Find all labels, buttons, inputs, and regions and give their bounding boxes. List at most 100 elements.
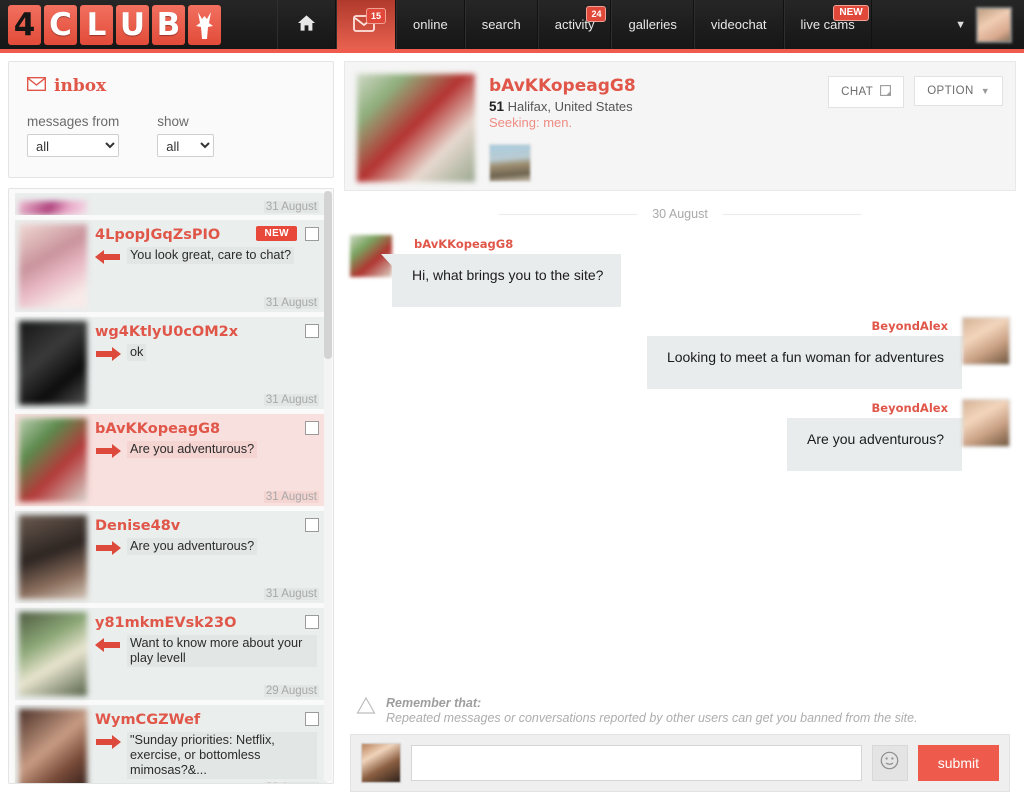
- list-item-checkbox[interactable]: [305, 324, 319, 338]
- submit-button[interactable]: submit: [918, 745, 999, 781]
- nav-activity[interactable]: activity 24: [538, 0, 612, 49]
- smiley-icon: [880, 751, 899, 775]
- show-select[interactable]: all: [157, 134, 214, 157]
- list-item-thumbnail: [19, 201, 87, 215]
- list-item[interactable]: 4LpopJGqZsPIOYou look great, care to cha…: [15, 220, 327, 312]
- list-item[interactable]: WymCGZWef "Sunday priorities: Netflix, ex…: [15, 705, 327, 784]
- popout-icon: [880, 85, 891, 99]
- chat-date-divider: 30 August: [350, 207, 1010, 221]
- chat-button[interactable]: CHAT: [828, 76, 904, 108]
- list-item[interactable]: bAvKKopeagG8Are you adventurous?31 Augus…: [15, 414, 327, 506]
- nav-search-label: search: [482, 17, 521, 32]
- list-item-date: 29 August: [264, 685, 319, 697]
- scrollbar-thumb[interactable]: [324, 191, 332, 359]
- nav-user-area: ▼: [955, 0, 1024, 49]
- list-item-preview-line: "Sunday priorities: Netflix, exercise, o…: [95, 732, 317, 779]
- list-item-username[interactable]: Denise48v: [95, 518, 317, 534]
- list-item-body: bAvKKopeagG8Are you adventurous?31 Augus…: [87, 414, 327, 506]
- nav-online[interactable]: online: [396, 0, 465, 49]
- list-item-thumbnail[interactable]: [19, 418, 87, 502]
- emoji-button[interactable]: [872, 745, 908, 781]
- chat-avatar-self[interactable]: [962, 317, 1010, 365]
- nav-videochat[interactable]: videochat: [694, 0, 784, 49]
- list-item-thumbnail[interactable]: [19, 612, 87, 696]
- outgoing-arrow-icon: [95, 734, 121, 755]
- list-item[interactable]: wg4KtlyU0cOM2xok31 August: [15, 317, 327, 409]
- chat-button-label: CHAT: [841, 86, 873, 98]
- logo-tile-4: 4: [8, 5, 41, 45]
- message-input[interactable]: [411, 745, 862, 781]
- chevron-down-icon: ▼: [981, 86, 990, 96]
- outgoing-arrow-icon: [95, 443, 121, 464]
- chat-sender-name: BeyondAlex: [872, 401, 948, 415]
- incoming-arrow-icon: [95, 249, 121, 270]
- list-item[interactable]: 31 August: [15, 193, 327, 215]
- messages-from-label: messages from: [27, 114, 119, 129]
- option-button[interactable]: OPTION ▼: [914, 76, 1003, 106]
- list-item-date: 29 August: [264, 782, 319, 784]
- chat-message: BeyondAlex Are you adventurous?: [350, 399, 1010, 471]
- nav-search[interactable]: search: [465, 0, 538, 49]
- chevron-down-icon[interactable]: ▼: [955, 19, 966, 31]
- warning-text: Remember that: Repeated messages or conv…: [386, 696, 918, 726]
- nav-live-cams[interactable]: live cams NEW: [784, 0, 872, 49]
- message-list: 31 August4LpopJGqZsPIOYou look great, ca…: [9, 189, 333, 784]
- chat-bubble-text: Are you adventurous?: [787, 418, 962, 471]
- nav-home[interactable]: [277, 0, 336, 49]
- list-item-checkbox[interactable]: [305, 712, 319, 726]
- chat-sender-name: BeyondAlex: [872, 319, 948, 333]
- list-item-username[interactable]: y81mkmEVsk23O: [95, 615, 317, 631]
- gallery-thumbnail[interactable]: [489, 144, 531, 182]
- main-panel: bAvKKopeagG8 51 Halifax, United States S…: [344, 61, 1016, 802]
- chat-avatar-self[interactable]: [962, 399, 1010, 447]
- list-item-thumbnail[interactable]: [19, 709, 87, 784]
- list-item[interactable]: Denise48vAre you adventurous?31 August: [15, 511, 327, 603]
- list-item-username[interactable]: wg4KtlyU0cOM2x: [95, 324, 317, 340]
- live-cams-new-badge: NEW: [833, 5, 868, 21]
- nav-online-label: online: [413, 17, 448, 32]
- profile-header-card: bAvKKopeagG8 51 Halifax, United States S…: [344, 61, 1016, 191]
- profile-age-location: 51 Halifax, United States: [489, 99, 814, 114]
- my-avatar: [361, 743, 401, 783]
- nav-messages[interactable]: 15: [336, 0, 396, 49]
- list-item-checkbox[interactable]: [305, 227, 319, 241]
- list-item-preview-line: Want to know more about your play levell: [95, 635, 317, 667]
- logo-tile-c: C: [44, 5, 77, 45]
- list-item-preview-line: You look great, care to chat?: [95, 247, 317, 270]
- list-item-thumbnail[interactable]: [19, 224, 87, 308]
- warning-body: Repeated messages or conversations repor…: [386, 711, 918, 725]
- nav-galleries[interactable]: galleries: [611, 0, 693, 49]
- sidebar: inbox messages from all show all 31 Augu…: [8, 61, 334, 802]
- profile-username[interactable]: bAvKKopeagG8: [489, 76, 814, 96]
- chat-bubble-text: Hi, what brings you to the site?: [392, 254, 621, 307]
- list-item-preview: Want to know more about your play levell: [127, 635, 317, 667]
- profile-info: bAvKKopeagG8 51 Halifax, United States S…: [489, 74, 814, 178]
- list-item-thumbnail[interactable]: [19, 321, 87, 405]
- envelope-icon: [27, 76, 46, 96]
- page-root: 4 C L U B 15: [0, 0, 1024, 810]
- list-item-date: 31 August: [264, 491, 319, 503]
- compose-warning: Remember that: Repeated messages or conv…: [350, 690, 1010, 734]
- messages-from-select[interactable]: all: [27, 134, 119, 157]
- messages-from-filter: messages from all: [27, 114, 119, 157]
- message-list-panel: 31 August4LpopJGqZsPIOYou look great, ca…: [8, 188, 334, 784]
- top-navigation-bar: 4 C L U B 15: [0, 0, 1024, 53]
- list-item-preview: You look great, care to chat?: [127, 247, 294, 264]
- inbox-filter-panel: inbox messages from all show all: [8, 61, 334, 178]
- compose-area: Remember that: Repeated messages or conv…: [344, 690, 1016, 802]
- warning-title: Remember that:: [386, 696, 481, 710]
- list-item-checkbox[interactable]: [305, 518, 319, 532]
- message-list-scrollbar[interactable]: [324, 191, 332, 781]
- avatar[interactable]: [976, 7, 1012, 43]
- list-item-checkbox[interactable]: [305, 615, 319, 629]
- list-item-username[interactable]: bAvKKopeagG8: [95, 421, 317, 437]
- logo-tile-l: L: [80, 5, 113, 45]
- profile-photo[interactable]: [357, 74, 475, 182]
- list-item-username[interactable]: WymCGZWef: [95, 712, 317, 728]
- list-item-thumbnail[interactable]: [19, 515, 87, 599]
- list-item-date: 31 August: [264, 297, 319, 309]
- list-item[interactable]: y81mkmEVsk23O Want to know more about you…: [15, 608, 327, 700]
- activity-count-badge: 24: [586, 6, 606, 22]
- list-item-checkbox[interactable]: [305, 421, 319, 435]
- site-logo[interactable]: 4 C L U B: [0, 0, 231, 49]
